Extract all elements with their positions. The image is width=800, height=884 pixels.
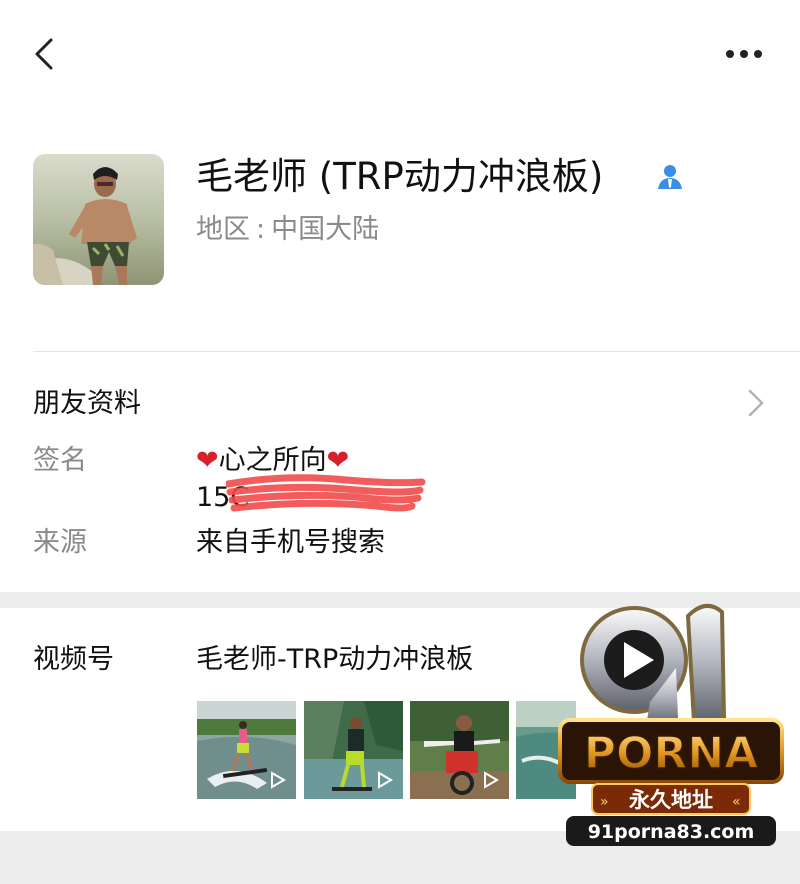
signature-label: 签名 [33,445,87,476]
divider [33,351,800,352]
svg-text:»: » [600,794,609,810]
avatar[interactable] [33,154,164,285]
channels-name[interactable]: 毛老师-TRP动力冲浪板 [196,640,473,680]
play-icon [484,771,499,789]
watermark-url: 91porna83.com [588,821,755,843]
svg-text:«: « [732,794,741,810]
more-dot-icon [726,50,734,58]
region-value: 中国大陆 [271,214,380,245]
avatar-photo [33,154,164,285]
more-dot-icon [740,50,748,58]
watermark-logo: 91 PORNA 永久地址 » « 91porna83.com [556,598,786,848]
region-separator: : [256,214,266,245]
video-thumbnail[interactable] [197,701,296,799]
source-label: 来源 [33,527,87,558]
chevron-right-icon[interactable] [742,386,768,420]
more-dot-icon [754,50,762,58]
friend-info-title[interactable]: 朋友资料 [33,384,141,424]
region-label: 地区 [196,214,250,245]
play-icon [378,771,393,789]
nickname: 毛老师 (TRP动力冲浪板) [196,155,604,198]
watermark-brand: PORNA [584,728,758,779]
source-value: 来自手机号搜索 [196,527,385,558]
more-options-button[interactable] [720,40,768,68]
region-row: 地区: 中国大陆 [196,210,379,250]
heart-icon: ❤ [196,445,219,476]
play-icon [271,771,286,789]
watermark-tagline: 永久地址 [628,788,713,812]
redaction-scribble [224,470,426,520]
video-thumbnail[interactable] [410,701,509,799]
user-verified-icon [654,161,686,193]
video-thumbnail[interactable] [304,701,403,799]
chevron-left-icon [35,38,53,70]
back-button[interactable] [26,34,66,74]
channels-label[interactable]: 视频号 [33,640,114,680]
